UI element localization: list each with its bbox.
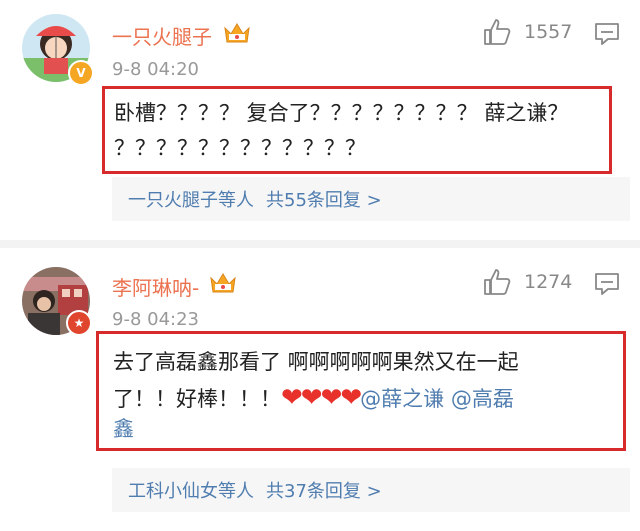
reply-summary[interactable]: 工科小仙女等人 共37条回复 > xyxy=(112,468,630,512)
mention-link[interactable]: @高磊 xyxy=(451,387,514,411)
comment-text-line: 了！！好棒！！！❤❤❤❤@薛之谦 @高磊 xyxy=(113,380,623,417)
verified-badge-icon: V xyxy=(68,60,94,86)
comment-text-line: 卧槽？？？？ 复合了？？？？？？？？ 薛之谦？ xyxy=(114,101,569,125)
reply-summary[interactable]: 一只火腿子等人 共55条回复 > xyxy=(112,177,630,221)
reply-names[interactable]: 一只火腿子等人 xyxy=(128,190,254,211)
reply-count-link[interactable]: 共37条回复 > xyxy=(266,481,382,502)
comment-text-line: 去了高磊鑫那看了 啊啊啊啊啊果然又在一起 xyxy=(113,350,519,374)
reply-count-link[interactable]: 共55条回复 > xyxy=(266,190,382,211)
like-count: 1557 xyxy=(524,21,573,43)
comment-time: 9-8 04:23 xyxy=(112,309,199,330)
username[interactable]: 李阿琳呐- xyxy=(112,272,199,301)
mention-link[interactable]: @薛之谦 xyxy=(360,387,444,411)
comment-item: V 一只火腿子 9-8 04:20 1557 卧槽？？？？ 复合了？？？？？？？… xyxy=(0,0,640,247)
comment-item: ★ 李阿琳呐- 9-8 04:23 1274 去了高磊鑫那看了 啊啊啊啊啊果然又… xyxy=(0,247,640,531)
username[interactable]: 一只火腿子 xyxy=(112,21,212,50)
comment-text-line: ？？？？？？？？？？？？ xyxy=(114,136,366,160)
reply-message-icon[interactable] xyxy=(594,272,620,296)
thumbs-up-icon[interactable] xyxy=(482,17,512,47)
thumbs-up-icon[interactable] xyxy=(482,267,512,297)
star-badge-icon: ★ xyxy=(66,310,92,336)
reply-message-icon[interactable] xyxy=(594,22,620,46)
comment-text-box: 去了高磊鑫那看了 啊啊啊啊啊果然又在一起 了！！好棒！！！❤❤❤❤@薛之谦 @高… xyxy=(96,331,626,451)
comment-time: 9-8 04:20 xyxy=(112,59,199,80)
heart-emoji-icon: ❤❤❤❤ xyxy=(281,383,362,413)
vip-crown-icon xyxy=(208,270,238,296)
mention-link-continued[interactable]: 鑫 xyxy=(113,417,623,441)
reply-names[interactable]: 工科小仙女等人 xyxy=(128,481,254,502)
comment-text: 了！！好棒！！！ xyxy=(113,387,281,411)
vip-crown-icon xyxy=(222,20,252,46)
like-count: 1274 xyxy=(524,271,573,293)
comment-text-box: 卧槽？？？？ 复合了？？？？？？？？ 薛之谦？ ？？？？？？？？？？？？ xyxy=(102,86,612,174)
